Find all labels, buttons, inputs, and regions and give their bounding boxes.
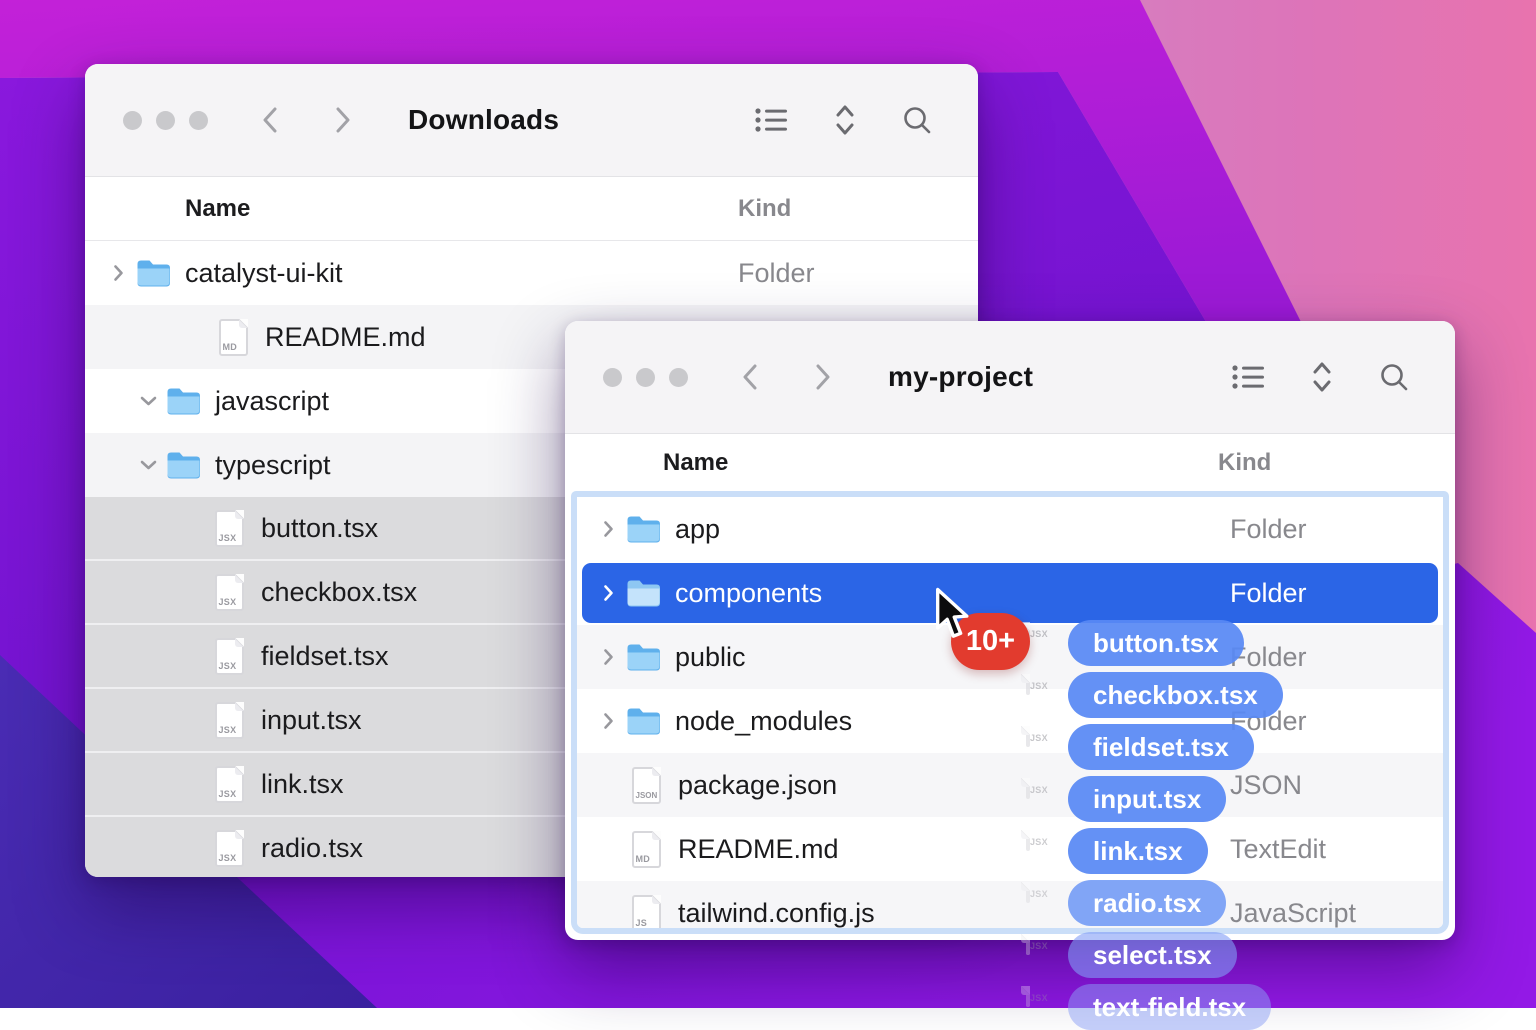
folder-icon — [166, 387, 201, 415]
traffic-lights — [603, 368, 688, 387]
drop-target-area: app Folder components Folder public Fold… — [571, 491, 1449, 934]
traffic-lights — [123, 111, 208, 130]
window-title: Downloads — [408, 104, 559, 136]
zoom-button[interactable] — [669, 368, 688, 387]
file-name: catalyst-ui-kit — [185, 258, 343, 289]
json-file-icon: JSON — [632, 767, 661, 804]
file-name: fieldset.tsx — [261, 641, 389, 672]
dragged-file-pill: fieldset.tsx — [1068, 724, 1254, 770]
sort-icon[interactable] — [1311, 361, 1333, 393]
dragged-file-pill: radio.tsx — [1068, 880, 1226, 926]
chevron-down-icon[interactable] — [141, 456, 155, 474]
file-name: input.tsx — [261, 705, 362, 736]
column-headers: Name Kind — [85, 177, 978, 241]
jsx-file-icon: JSX — [215, 574, 244, 611]
chevron-right-icon[interactable] — [111, 264, 125, 282]
file-kind: Folder — [1230, 514, 1307, 545]
minimize-button[interactable] — [156, 111, 175, 130]
minimize-button[interactable] — [636, 368, 655, 387]
file-name: javascript — [215, 386, 329, 417]
column-kind[interactable]: Kind — [1218, 449, 1271, 477]
file-name: README.md — [678, 834, 839, 865]
dragged-file-pill: checkbox.tsx — [1068, 672, 1283, 718]
jsx-file-icon: JSX — [215, 766, 244, 803]
jsx-file-icon: JSX — [1026, 832, 1030, 850]
file-name: typescript — [215, 450, 331, 481]
mouse-cursor — [929, 586, 973, 647]
close-button[interactable] — [603, 368, 622, 387]
back-icon[interactable] — [256, 105, 282, 135]
file-kind: TextEdit — [1230, 834, 1326, 865]
folder-icon — [626, 707, 661, 735]
folder-icon — [136, 259, 171, 287]
file-kind: Folder — [1230, 578, 1307, 609]
back-icon[interactable] — [736, 362, 762, 392]
jsx-file-icon: JSX — [215, 510, 244, 547]
folder-icon — [626, 515, 661, 543]
downloads-toolbar: Downloads — [85, 64, 978, 177]
jsx-file-icon: JSX — [1026, 936, 1030, 954]
file-name: package.json — [678, 770, 837, 801]
file-name: radio.tsx — [261, 833, 363, 864]
dragged-file-pill: button.tsx — [1068, 620, 1244, 666]
markdown-file-icon: MD — [632, 831, 661, 868]
jsx-file-icon: JSX — [215, 830, 244, 867]
sort-icon[interactable] — [834, 104, 856, 136]
list-view-icon[interactable] — [755, 107, 788, 133]
file-name: README.md — [265, 322, 426, 353]
file-name: public — [675, 642, 746, 673]
search-icon[interactable] — [902, 105, 932, 135]
markdown-file-icon: MD — [219, 319, 248, 356]
file-name: link.tsx — [261, 769, 344, 800]
jsx-file-icon: JSX — [1026, 988, 1030, 1006]
file-name: node_modules — [675, 706, 852, 737]
list-item[interactable]: node_modules Folder — [577, 689, 1443, 753]
list-item[interactable]: JS tailwind.config.js JavaScript — [577, 881, 1443, 934]
search-icon[interactable] — [1379, 362, 1409, 392]
column-kind[interactable]: Kind — [738, 195, 791, 223]
list-view-icon[interactable] — [1232, 364, 1265, 390]
jsx-file-icon: JSX — [215, 638, 244, 675]
dragged-file-pill: text-field.tsx — [1068, 984, 1271, 1030]
js-file-icon: JS — [632, 895, 661, 932]
chevron-right-icon[interactable] — [601, 712, 615, 730]
column-name[interactable]: Name — [663, 449, 728, 477]
file-name: components — [675, 578, 822, 609]
folder-icon — [166, 451, 201, 479]
dragged-file-pill: select.tsx — [1068, 932, 1237, 978]
dragged-file-pill: input.tsx — [1068, 776, 1226, 822]
column-headers: Name Kind — [565, 434, 1455, 491]
file-name: checkbox.tsx — [261, 577, 417, 608]
window-title: my-project — [888, 361, 1033, 393]
chevron-right-icon[interactable] — [601, 584, 615, 602]
file-name: tailwind.config.js — [678, 898, 875, 929]
project-toolbar: my-project — [565, 321, 1455, 434]
zoom-button[interactable] — [189, 111, 208, 130]
close-button[interactable] — [123, 111, 142, 130]
folder-icon — [626, 579, 661, 607]
file-kind: JavaScript — [1230, 898, 1356, 929]
chevron-right-icon[interactable] — [601, 648, 615, 666]
forward-icon[interactable] — [330, 105, 356, 135]
list-item[interactable]: JSON package.json JSON — [577, 753, 1443, 817]
jsx-file-icon: JSX — [1026, 884, 1030, 902]
chevron-down-icon[interactable] — [141, 392, 155, 410]
file-name: button.tsx — [261, 513, 378, 544]
folder-icon — [626, 643, 661, 671]
jsx-file-icon: JSX — [1026, 676, 1030, 694]
file-kind: JSON — [1230, 770, 1302, 801]
forward-icon[interactable] — [810, 362, 836, 392]
file-name: app — [675, 514, 720, 545]
list-item[interactable]: catalyst-ui-kit Folder — [85, 241, 978, 305]
list-item[interactable]: MD README.md TextEdit — [577, 817, 1443, 881]
dragged-file-pill: link.tsx — [1068, 828, 1208, 874]
chevron-right-icon[interactable] — [601, 520, 615, 538]
jsx-file-icon: JSX — [215, 702, 244, 739]
file-kind: Folder — [738, 258, 815, 289]
jsx-file-icon: JSX — [1026, 780, 1030, 798]
column-name[interactable]: Name — [185, 195, 250, 223]
list-item[interactable]: app Folder — [577, 497, 1443, 561]
jsx-file-icon: JSX — [1026, 728, 1030, 746]
